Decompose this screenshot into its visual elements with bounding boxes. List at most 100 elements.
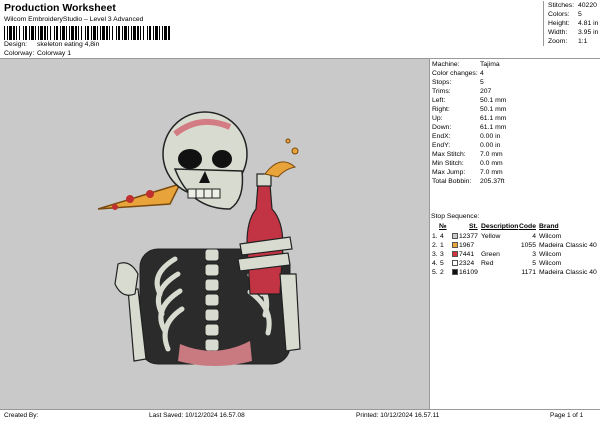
info-label: Max Jump: bbox=[432, 169, 466, 176]
info-row: Color changes: 4 bbox=[431, 69, 600, 78]
stat-value: 3.95 in bbox=[578, 29, 599, 36]
info-label: Color changes: bbox=[432, 70, 478, 77]
colorway-value: Colorway 1 bbox=[37, 50, 71, 57]
info-value: 61.1 mm bbox=[480, 115, 507, 122]
info-value: 205.37ft bbox=[480, 178, 505, 185]
stop-stitches: 7441 bbox=[459, 251, 475, 258]
info-row: EndY: 0.00 in bbox=[431, 141, 600, 150]
barcode-bar bbox=[78, 26, 79, 40]
last-saved: Last Saved: 10/12/2024 16.57.08 bbox=[149, 412, 245, 419]
color-swatch bbox=[452, 251, 458, 257]
page-title: Production Worksheet bbox=[4, 2, 116, 14]
info-value: 7.0 mm bbox=[480, 151, 503, 158]
machine-info-panel: Machine: Tajima Color changes: 4 Stops: 5 Trim… bbox=[431, 60, 600, 186]
barcode-bar bbox=[62, 26, 65, 40]
info-value: 61.1 mm bbox=[480, 124, 507, 131]
stop-brand: Madeira Classic 40 bbox=[539, 269, 597, 276]
info-row: Machine: Tajima bbox=[431, 60, 600, 69]
barcode-bar bbox=[35, 26, 36, 40]
barcode-bar bbox=[47, 26, 48, 40]
barcode bbox=[4, 26, 170, 40]
info-label: Min Stitch: bbox=[432, 160, 464, 167]
color-swatch bbox=[452, 269, 458, 275]
footer-divider bbox=[0, 409, 600, 410]
info-value: 207 bbox=[480, 88, 492, 95]
info-value: 50.1 mm bbox=[480, 97, 507, 104]
stop-code: 5 bbox=[532, 260, 536, 267]
stat-label: Height: bbox=[548, 20, 570, 27]
barcode-bar bbox=[25, 26, 27, 40]
barcode-bar bbox=[131, 26, 132, 40]
design-preview bbox=[0, 59, 430, 409]
info-label: EndY: bbox=[432, 142, 451, 149]
stop-description: Green bbox=[481, 251, 500, 258]
stop-row: 3. 3 7441 Green 3 Wilcom bbox=[431, 250, 600, 259]
barcode-bar bbox=[29, 26, 30, 40]
barcode-bar bbox=[40, 26, 43, 40]
stop-index: 5. bbox=[432, 269, 438, 276]
stop-row: 4. 5 2324 Red 5 Wilcom bbox=[431, 259, 600, 268]
barcode-bar bbox=[162, 26, 163, 40]
barcode-bar bbox=[93, 26, 96, 40]
stop-row: 1. 4 12377 Yellow 4 Wilcom bbox=[431, 232, 600, 241]
info-row: Down: 61.1 mm bbox=[431, 123, 600, 132]
skeleton-embroidery-image bbox=[97, 111, 301, 366]
barcode-bar bbox=[116, 26, 117, 40]
printed-date: Printed: 10/12/2024 16.57.11 bbox=[356, 412, 440, 419]
barcode-bar bbox=[19, 26, 20, 40]
color-swatch bbox=[452, 260, 458, 266]
barcode-bar bbox=[87, 26, 89, 40]
stat-label: Colors: bbox=[548, 11, 570, 18]
barcode-bar bbox=[137, 26, 139, 40]
info-label: EndX: bbox=[432, 133, 451, 140]
stat-label: Zoom: bbox=[548, 38, 568, 45]
stats-panel: Stitches: 40220 Colors: 5 Height: 4.81 in Widt… bbox=[543, 1, 600, 46]
info-label: Machine: bbox=[432, 61, 460, 68]
info-label: Stops: bbox=[432, 79, 452, 86]
barcode-bar bbox=[69, 26, 70, 40]
col-stitches: St. bbox=[469, 223, 478, 230]
barcode-bar bbox=[112, 26, 113, 40]
stop-brand: Wilcom bbox=[539, 233, 562, 240]
stop-brand: Wilcom bbox=[539, 260, 562, 267]
barcode-bar bbox=[143, 26, 144, 40]
barcode-bar bbox=[85, 26, 86, 40]
info-label: Total Bobbin: bbox=[432, 178, 472, 185]
stop-index: 3. bbox=[432, 251, 438, 258]
stat-value: 1:1 bbox=[578, 38, 588, 45]
barcode-bar bbox=[4, 26, 5, 40]
info-label: Left: bbox=[432, 97, 446, 104]
info-row: Up: 61.1 mm bbox=[431, 114, 600, 123]
stat-label: Width: bbox=[548, 29, 568, 36]
barcode-bar bbox=[44, 26, 46, 40]
stop-color-number: 1 bbox=[440, 242, 444, 249]
software-name: Wilcom EmbroideryStudio – Level 3 Advanc… bbox=[4, 16, 144, 23]
info-row: Right: 50.1 mm bbox=[431, 105, 600, 114]
barcode-bar bbox=[168, 26, 170, 40]
stat-row: Height: 4.81 in bbox=[544, 19, 600, 28]
stop-code: 4 bbox=[532, 233, 536, 240]
stop-color-number: 5 bbox=[440, 260, 444, 267]
stat-value: 4.81 in bbox=[578, 20, 599, 27]
info-row: EndX: 0.00 in bbox=[431, 132, 600, 141]
barcode-bar bbox=[140, 26, 141, 40]
stop-code: 1171 bbox=[521, 269, 536, 276]
stop-sequence-title: Stop Sequence: bbox=[431, 213, 480, 220]
barcode-bar bbox=[155, 26, 158, 40]
barcode-bar bbox=[91, 26, 92, 40]
barcode-bar bbox=[13, 26, 15, 40]
stop-brand: Wilcom bbox=[539, 251, 562, 258]
info-value: 0.0 mm bbox=[480, 160, 503, 167]
barcode-bar bbox=[133, 26, 136, 40]
stat-row: Stitches: 40220 bbox=[544, 1, 600, 10]
col-code: Code bbox=[519, 223, 536, 230]
stop-index: 1. bbox=[432, 233, 438, 240]
stop-index: 4. bbox=[432, 260, 438, 267]
info-label: Right: bbox=[432, 106, 450, 113]
barcode-bar bbox=[66, 26, 67, 40]
stop-description: Yellow bbox=[481, 233, 501, 240]
barcode-bar bbox=[106, 26, 108, 40]
info-row: Min Stitch: 0.0 mm bbox=[431, 159, 600, 168]
info-label: Up: bbox=[432, 115, 443, 122]
info-label: Max Stitch: bbox=[432, 151, 466, 158]
